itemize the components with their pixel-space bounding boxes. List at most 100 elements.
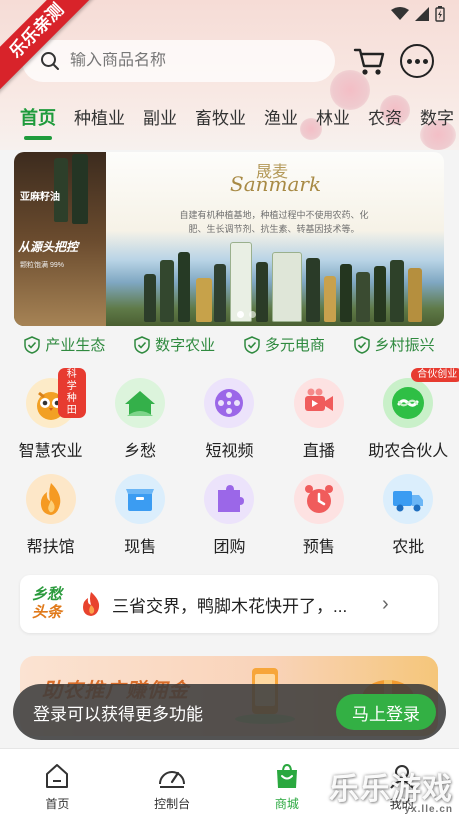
tab-sideline[interactable]: 副业 bbox=[143, 104, 177, 140]
tab-fishery[interactable]: 渔业 bbox=[264, 104, 298, 140]
search-input[interactable] bbox=[70, 52, 310, 70]
bottle-image bbox=[214, 264, 226, 322]
box-icon bbox=[115, 474, 166, 524]
bottle-image bbox=[72, 154, 88, 224]
feature-item: 数字农业 bbox=[134, 334, 215, 355]
feature-item: 多元电商 bbox=[244, 334, 325, 355]
grid-item-partner[interactable]: 合伙创业 助农合伙人 bbox=[365, 368, 459, 461]
headline-logo-bottom: 头条 bbox=[32, 604, 63, 621]
shield-check-icon bbox=[244, 335, 260, 354]
chevron-right-icon: › bbox=[382, 592, 389, 615]
handshake-icon bbox=[383, 378, 434, 428]
grid-label: 现售 bbox=[124, 539, 157, 556]
banner-side-subtitle: 从源头把控 bbox=[18, 240, 79, 254]
headline-logo-top: 乡愁 bbox=[32, 586, 63, 603]
feature-label: 乡村振兴 bbox=[374, 337, 435, 354]
shield-check-icon bbox=[24, 335, 41, 354]
tab-label: 商城 bbox=[274, 797, 299, 811]
dot-icon bbox=[414, 58, 420, 64]
feature-strip: 产业生态 数字农业 多元电商 乡村振兴 bbox=[0, 334, 459, 355]
grid-item-wholesale[interactable]: 农批 bbox=[365, 474, 451, 557]
bottle-image bbox=[340, 264, 352, 322]
tab-console[interactable]: 控制台 bbox=[115, 749, 230, 817]
search-bar[interactable] bbox=[22, 40, 335, 82]
tab-planting[interactable]: 种植业 bbox=[74, 104, 125, 140]
grid-label: 直播 bbox=[302, 443, 335, 460]
banner-side-note: 颗粒饱满 99% bbox=[20, 262, 64, 269]
site-watermark: 乐乐游戏 yx.lle.cn bbox=[329, 764, 453, 815]
house-icon bbox=[115, 378, 166, 428]
home-icon bbox=[42, 761, 72, 791]
tab-home[interactable]: 首页 bbox=[20, 104, 56, 140]
bottle-image bbox=[408, 268, 422, 322]
bottle-image bbox=[306, 258, 320, 322]
service-grid-row-1: 科学种田 智慧农业 乡愁 短视频 直播 合伙创业 助农合伙人 bbox=[0, 368, 459, 461]
grid-label: 短视频 bbox=[205, 443, 254, 460]
hot-flame-icon bbox=[83, 592, 100, 616]
grid-badge: 合伙创业 bbox=[411, 368, 459, 382]
dashboard-icon bbox=[157, 761, 187, 791]
flame-icon bbox=[25, 474, 76, 524]
cart-button[interactable] bbox=[352, 44, 386, 78]
tab-forestry[interactable]: 林业 bbox=[316, 104, 350, 140]
feature-label: 数字农业 bbox=[155, 337, 216, 354]
promo-banner[interactable]: 亚麻籽油 从源头把控 颗粒饱满 99% 晟麦 Sanmark 自建有机种植基地，… bbox=[14, 152, 444, 326]
shield-check-icon bbox=[134, 335, 150, 354]
brand-description: 自建有机种植基地，种植过程中不使用农药、化肥、生长调节剂、抗生素、转基因技术等。 bbox=[179, 210, 369, 234]
banner-side-panel: 亚麻籽油 从源头把控 颗粒饱满 99% bbox=[14, 152, 106, 326]
feature-item: 产业生态 bbox=[24, 334, 105, 355]
shield-check-icon bbox=[353, 335, 370, 354]
battery-icon bbox=[435, 6, 445, 22]
grid-item-spot-sale[interactable]: 现售 bbox=[97, 474, 183, 557]
carousel-dot[interactable] bbox=[237, 311, 244, 318]
banner-side-title: 亚麻籽油 bbox=[20, 192, 60, 203]
wifi-icon bbox=[391, 7, 409, 20]
bottle-image bbox=[160, 260, 174, 322]
bottle-image bbox=[324, 276, 336, 322]
bottle-image bbox=[256, 262, 268, 322]
tab-livestock[interactable]: 畜牧业 bbox=[195, 104, 246, 140]
service-grid-row-2: 帮扶馆 现售 团购 预售 农批 bbox=[0, 474, 459, 557]
grid-label: 乡愁 bbox=[124, 443, 157, 460]
carousel-dot[interactable] bbox=[249, 311, 256, 318]
grid-item-smart-agriculture[interactable]: 科学种田 智慧农业 bbox=[8, 368, 94, 461]
grid-item-presale[interactable]: 预售 bbox=[276, 474, 362, 557]
grid-item-assistance-hall[interactable]: 帮扶馆 bbox=[8, 474, 94, 557]
tab-digital[interactable]: 数字 bbox=[420, 104, 454, 140]
tab-mall[interactable]: 商城 bbox=[230, 749, 345, 817]
signal-icon bbox=[415, 7, 429, 21]
tab-home-bottom[interactable]: 首页 bbox=[0, 749, 115, 817]
dot-icon bbox=[406, 58, 412, 64]
grid-item-nostalgia[interactable]: 乡愁 bbox=[97, 378, 183, 461]
bottle-image bbox=[144, 274, 156, 322]
alarm-clock-icon bbox=[293, 474, 344, 524]
grid-item-short-video[interactable]: 短视频 bbox=[186, 378, 272, 461]
feature-item: 乡村振兴 bbox=[353, 334, 435, 355]
bottle-image bbox=[356, 272, 370, 322]
login-button[interactable]: 马上登录 bbox=[336, 694, 436, 730]
truck-icon bbox=[383, 474, 434, 524]
headline-ticker[interactable]: 乡愁 头条 三省交界，鸭脚木花快开了，... › bbox=[20, 575, 438, 633]
more-options-button[interactable] bbox=[400, 44, 434, 78]
headline-text: 三省交界，鸭脚木花快开了，... bbox=[112, 596, 348, 616]
headline-logo: 乡愁 头条 bbox=[32, 586, 80, 622]
grid-item-live-stream[interactable]: 直播 bbox=[276, 378, 362, 461]
grid-label: 预售 bbox=[302, 539, 335, 556]
bottle-image bbox=[196, 278, 212, 322]
grid-label: 团购 bbox=[213, 539, 246, 556]
feature-label: 产业生态 bbox=[45, 337, 106, 354]
watermark-text: 乐乐游戏 bbox=[329, 773, 453, 806]
film-reel-icon bbox=[204, 378, 255, 428]
tab-agri-supplies[interactable]: 农资 bbox=[368, 104, 402, 140]
tab-label: 首页 bbox=[45, 797, 70, 811]
grid-label: 智慧农业 bbox=[18, 443, 83, 460]
grid-badge: 科学种田 bbox=[57, 368, 86, 418]
product-box-image bbox=[230, 242, 252, 322]
grid-item-group-buy[interactable]: 团购 bbox=[186, 474, 272, 557]
carousel-indicator bbox=[237, 311, 256, 318]
dot-icon bbox=[422, 58, 428, 64]
grid-label: 助农合伙人 bbox=[368, 443, 449, 460]
product-box-image bbox=[272, 252, 302, 322]
video-camera-icon bbox=[293, 378, 344, 428]
toast-message: 登录可以获得更多功能 bbox=[33, 704, 203, 724]
